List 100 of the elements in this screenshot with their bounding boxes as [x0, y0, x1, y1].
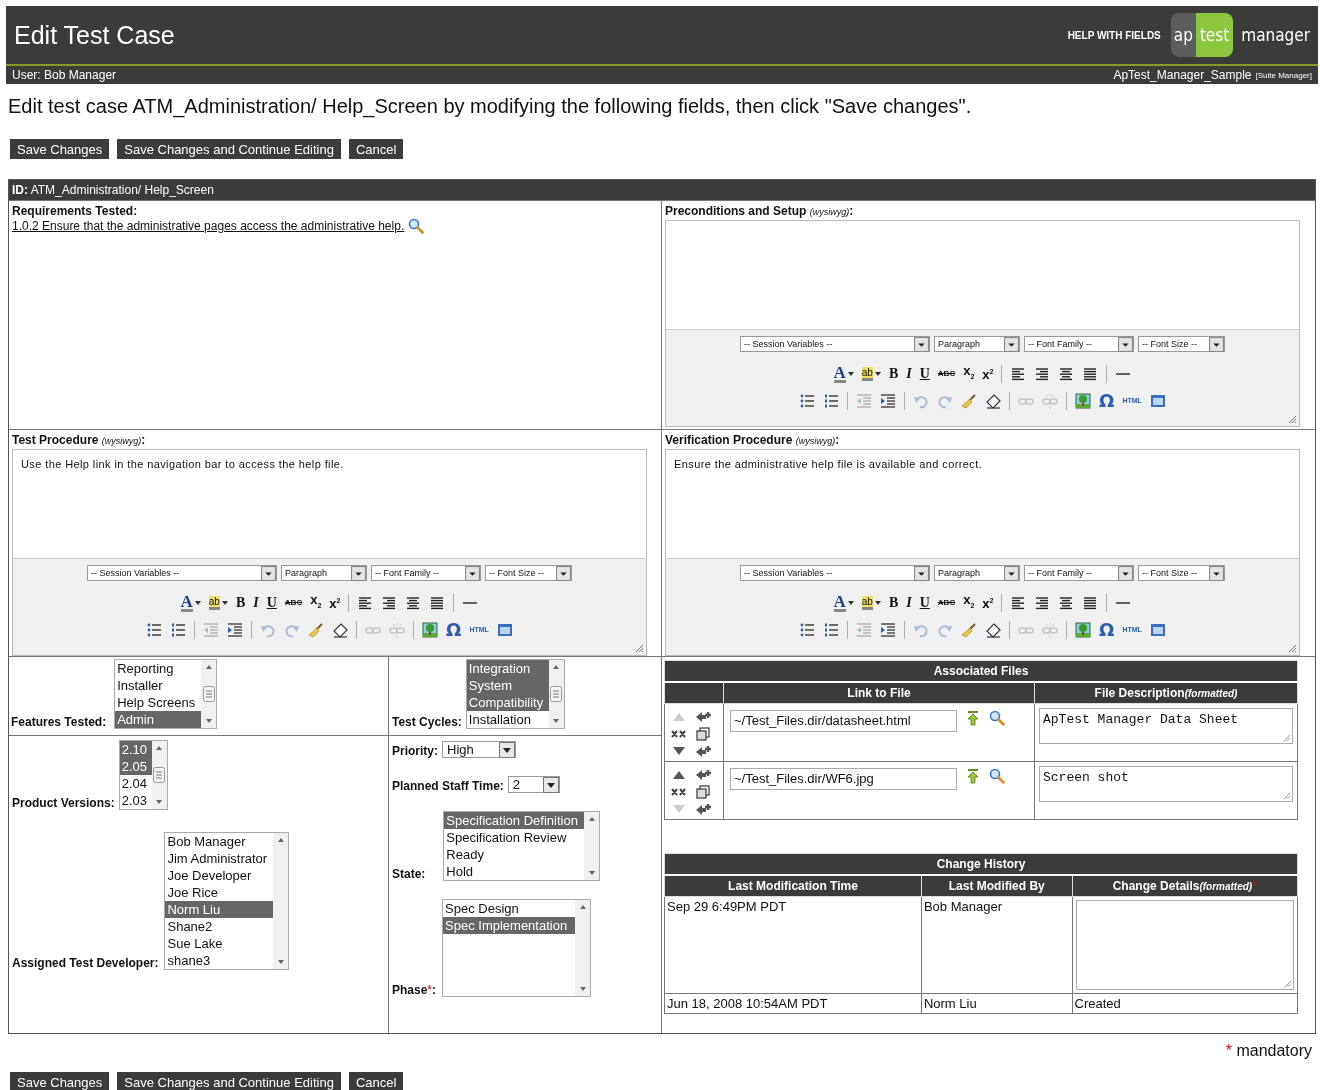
scroll-up-icon[interactable]	[577, 903, 588, 911]
strikethrough-button[interactable]: ABC	[937, 594, 956, 611]
copy-icon[interactable]	[695, 726, 711, 742]
align-left-icon[interactable]	[357, 594, 374, 611]
list-option[interactable]: Integration	[466, 660, 549, 677]
underline-button[interactable]: U	[919, 594, 930, 611]
list-option[interactable]: Shane2	[165, 918, 274, 935]
window-icon[interactable]	[1149, 621, 1166, 638]
align-right-icon[interactable]	[1034, 594, 1051, 611]
justify-icon[interactable]	[1082, 594, 1099, 611]
scroll-thumb[interactable]	[550, 686, 563, 702]
list-option[interactable]: Spec Implementation	[443, 917, 576, 934]
search-icon[interactable]	[408, 218, 425, 234]
insert-below-icon[interactable]	[695, 743, 711, 759]
list-option[interactable]: 2.04	[119, 775, 152, 792]
toolbar-dropdown[interactable]: -- Font Size --	[1138, 336, 1225, 352]
toolbar-dropdown[interactable]: -- Font Size --	[485, 565, 572, 581]
list-option[interactable]: Specification Definition	[444, 812, 585, 829]
caret-icon[interactable]	[847, 600, 854, 605]
indent-icon[interactable]	[227, 621, 244, 638]
scrollbar[interactable]	[584, 812, 600, 880]
resize-grip-icon[interactable]	[1283, 979, 1292, 988]
broom-icon[interactable]	[961, 392, 978, 409]
text-color-button[interactable]: A	[833, 364, 854, 383]
toolbar-dropdown[interactable]: Paragraph	[934, 565, 1020, 581]
broom-icon[interactable]	[961, 621, 978, 638]
scroll-up-icon[interactable]	[203, 663, 214, 671]
list-option[interactable]: Admin	[115, 711, 202, 728]
requirement-link[interactable]: 1.0.2 Ensure that the administrative pages access the administrative help.	[12, 219, 405, 233]
toolbar-dropdown[interactable]: -- Session Variables --	[740, 336, 930, 352]
window-icon[interactable]	[496, 621, 513, 638]
toolbar-dropdown[interactable]: -- Session Variables --	[87, 565, 277, 581]
italic-button[interactable]: I	[906, 594, 912, 611]
scroll-thumb[interactable]	[153, 767, 166, 783]
upload-icon[interactable]	[965, 710, 981, 726]
help-link[interactable]: HELP WITH FIELDS	[1067, 29, 1161, 41]
scroll-up-icon[interactable]	[551, 663, 562, 671]
scroll-down-icon[interactable]	[551, 717, 562, 725]
eraser-icon[interactable]	[985, 392, 1002, 409]
list-box[interactable]: Reporting Installer Help Screens Admin	[114, 659, 218, 729]
toolbar-dropdown[interactable]: -- Font Size --	[1138, 565, 1225, 581]
list-option[interactable]: Compatibility	[466, 694, 549, 711]
scrollbar[interactable]	[201, 660, 217, 728]
bold-button[interactable]: B	[235, 594, 246, 611]
bold-button[interactable]: B	[888, 365, 899, 382]
italic-button[interactable]: I	[253, 594, 259, 611]
image-icon[interactable]	[422, 621, 439, 638]
align-left-icon[interactable]	[1010, 365, 1027, 382]
list-option[interactable]: Bob Manager	[165, 833, 274, 850]
resize-grip-icon[interactable]	[634, 643, 644, 653]
toolbar-dropdown[interactable]: Paragraph	[934, 336, 1020, 352]
toolbar-dropdown[interactable]: -- Font Family --	[371, 565, 481, 581]
insert-above-icon[interactable]	[695, 709, 711, 725]
subscript-button[interactable]: x$_{2}$	[310, 591, 322, 614]
action-button[interactable]: Cancel	[348, 1072, 404, 1090]
scroll-down-icon[interactable]	[586, 869, 597, 877]
scroll-down-icon[interactable]	[154, 798, 165, 806]
toolbar-dropdown[interactable]: -- Font Family --	[1024, 565, 1134, 581]
image-icon[interactable]	[1075, 621, 1092, 638]
list-option[interactable]: shane3	[165, 952, 274, 969]
list-option[interactable]: Spec Design	[443, 900, 576, 917]
superscript-button[interactable]: x$^{2}$	[982, 592, 994, 613]
bullet-list-icon[interactable]	[799, 621, 816, 638]
numbered-list-icon[interactable]	[170, 621, 187, 638]
list-option[interactable]: Norm Liu	[165, 901, 274, 918]
align-left-icon[interactable]	[1010, 594, 1027, 611]
list-option[interactable]: Specification Review	[444, 829, 585, 846]
change-details-field[interactable]	[1075, 900, 1294, 990]
numbered-list-icon[interactable]	[823, 392, 840, 409]
list-option[interactable]: Sue Lake	[165, 935, 274, 952]
action-button[interactable]: Save Changes	[10, 139, 110, 159]
list-option[interactable]: Installer	[115, 677, 202, 694]
superscript-button[interactable]: x$^{2}$	[982, 363, 994, 384]
list-option[interactable]: Joe Developer	[165, 867, 274, 884]
subscript-button[interactable]: x$_{2}$	[963, 362, 975, 385]
insert-above-icon[interactable]	[695, 767, 711, 783]
bullet-list-icon[interactable]	[146, 621, 163, 638]
text-color-button[interactable]: A	[180, 593, 201, 612]
list-option[interactable]: Help Screens	[115, 694, 202, 711]
file-path-field[interactable]: ~/Test_Files.dir/datasheet.html	[730, 710, 957, 732]
scrollbar[interactable]	[273, 833, 289, 969]
file-path-field[interactable]: ~/Test_Files.dir/WF6.jpg	[730, 768, 957, 790]
caret-icon[interactable]	[194, 600, 201, 605]
list-option[interactable]: Ready	[444, 846, 585, 863]
toolbar-dropdown[interactable]: Paragraph	[281, 565, 367, 581]
action-button[interactable]: Cancel	[348, 139, 404, 159]
subscript-button[interactable]: x$_{2}$	[963, 591, 975, 614]
numbered-list-icon[interactable]	[823, 621, 840, 638]
indent-icon[interactable]	[880, 392, 897, 409]
list-option[interactable]: Jim Administrator	[165, 850, 274, 867]
align-right-icon[interactable]	[1034, 365, 1051, 382]
list-option[interactable]: 2.05	[119, 758, 152, 775]
search-icon[interactable]	[989, 768, 1005, 784]
action-button[interactable]: Save Changes and Continue Editing	[117, 139, 341, 159]
scroll-thumb[interactable]	[202, 686, 215, 702]
scrollbar[interactable]	[548, 660, 564, 728]
insert-below-icon[interactable]	[695, 801, 711, 817]
toolbar-dropdown[interactable]: -- Session Variables --	[740, 565, 930, 581]
resize-grip-icon[interactable]	[1287, 414, 1297, 424]
caret-icon[interactable]	[874, 371, 881, 376]
